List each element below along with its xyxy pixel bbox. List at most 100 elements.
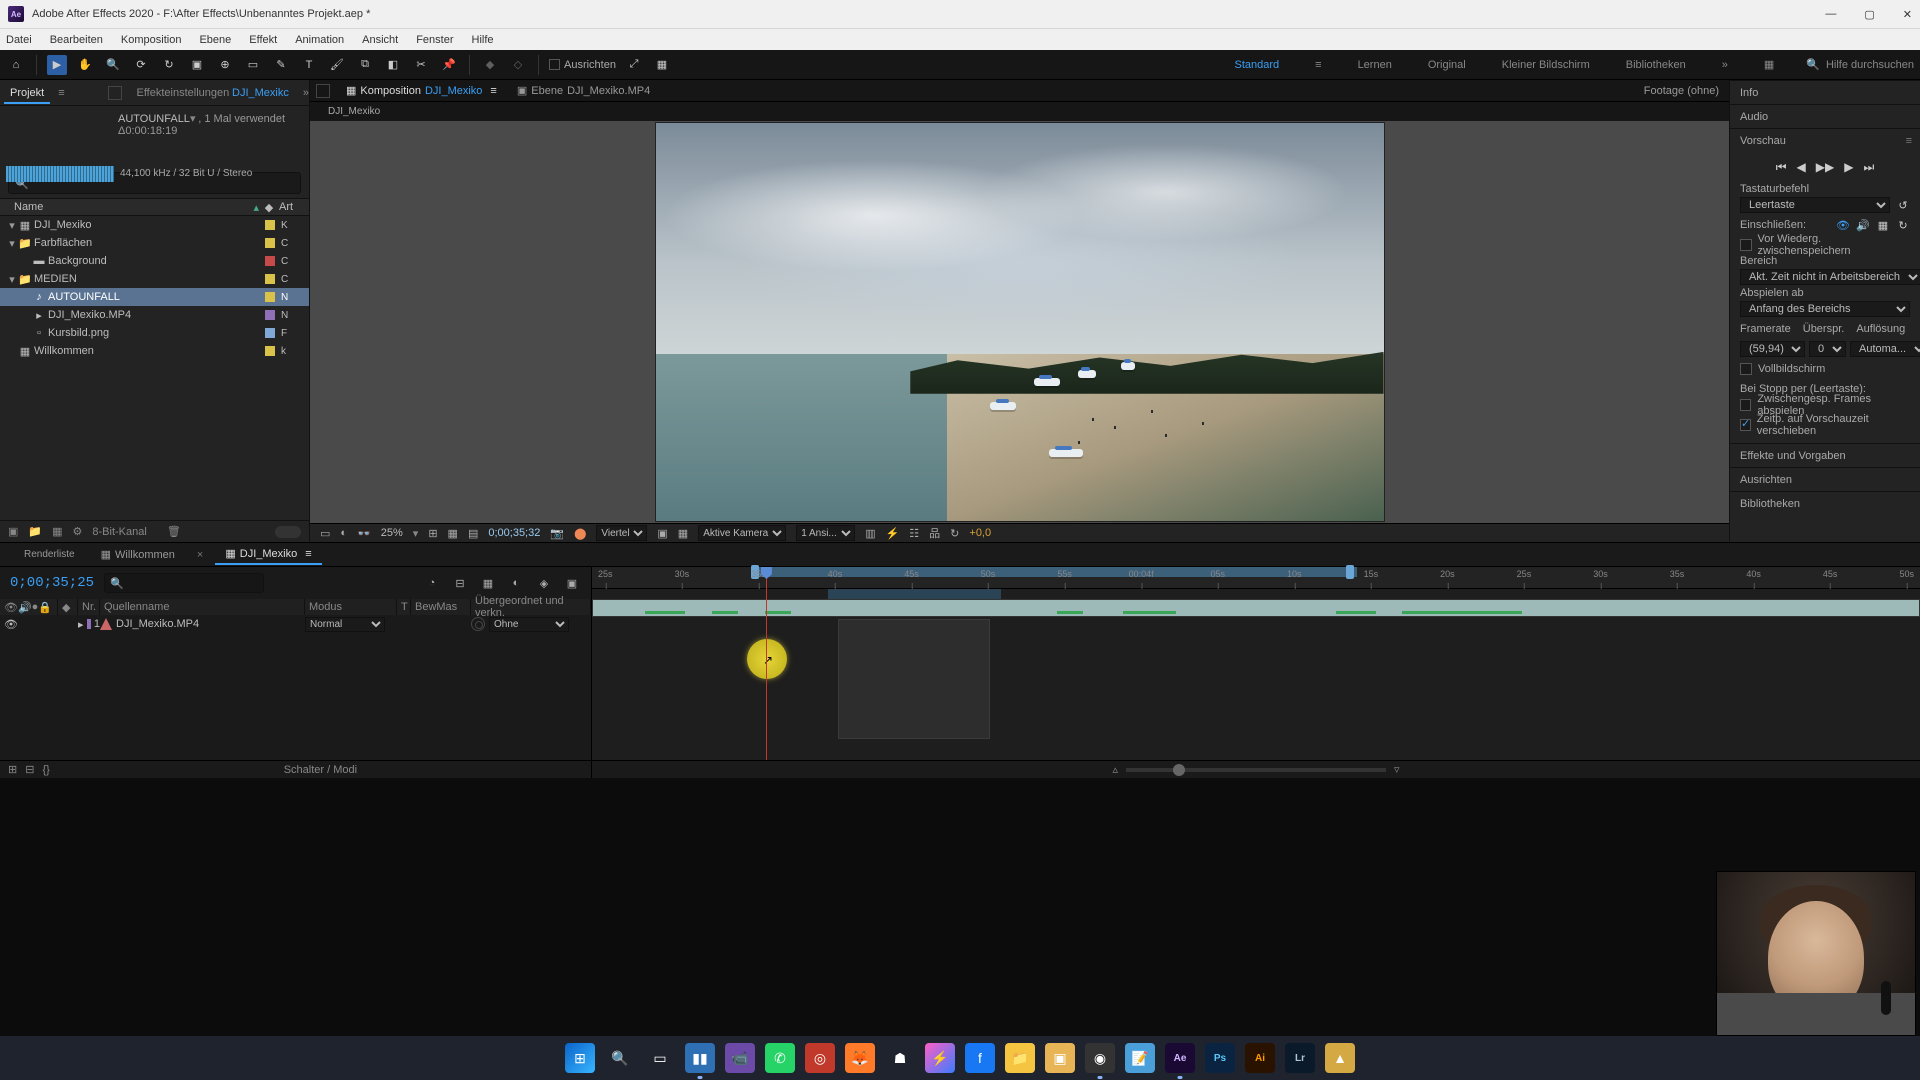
tab-projekt[interactable]: Projekt (0, 83, 54, 103)
interpret-footage-icon[interactable]: ▣ (8, 525, 18, 538)
taskbar-app-red[interactable]: ◎ (805, 1043, 835, 1073)
taskbar-app-last[interactable]: ▲ (1325, 1043, 1355, 1073)
clone-tool[interactable]: ⧉ (355, 55, 375, 75)
minimize-button[interactable]: — (1825, 8, 1836, 21)
label-col-icon[interactable]: ◆ (58, 599, 78, 615)
zoom-tool[interactable]: 🔍 (103, 55, 123, 75)
workspace-bibliotheken[interactable]: Bibliotheken (1626, 59, 1686, 71)
toggle-switches-icon[interactable]: ⊞ (8, 763, 17, 776)
loop-icon[interactable]: ↻ (1896, 218, 1910, 232)
home-button[interactable]: ⌂ (6, 55, 26, 75)
taskbar-obs-icon[interactable]: ◉ (1085, 1043, 1115, 1073)
close-button[interactable]: ✕ (1903, 8, 1912, 21)
snapshot-icon[interactable]: 📷 (550, 527, 564, 540)
project-item[interactable]: ▾📁FarbflächenC (0, 234, 309, 252)
workspace-standard[interactable]: Standard (1234, 59, 1279, 71)
zoom-in-icon[interactable]: ▿ (1394, 763, 1400, 776)
taskbar-firefox-icon[interactable]: 🦊 (845, 1043, 875, 1073)
workspace-more-icon[interactable]: » (1722, 59, 1728, 71)
timeline-zoom-slider[interactable] (1126, 768, 1386, 772)
puppet-tool[interactable]: 📌 (439, 55, 459, 75)
mode-1-icon[interactable]: ◆ (480, 55, 500, 75)
workspace-original[interactable]: Original (1428, 59, 1466, 71)
magnify-icon[interactable]: ▭ (320, 527, 330, 540)
fast-preview-icon[interactable]: ⚡ (886, 527, 900, 540)
cache-checkbox[interactable] (1740, 239, 1752, 251)
delete-icon[interactable]: 🗑 (167, 525, 181, 538)
resolution-icon[interactable]: ⊞ (428, 527, 437, 540)
label-swatch[interactable] (265, 256, 275, 266)
menu-fenster[interactable]: Fenster (416, 34, 453, 46)
label-swatch[interactable] (265, 238, 275, 248)
next-frame-button[interactable]: ▶ (1844, 160, 1853, 175)
skip-select[interactable]: 0 (1809, 341, 1846, 357)
taskbar-search-icon[interactable]: 🔍 (605, 1043, 635, 1073)
panel-preview-header[interactable]: Vorschau≡ (1730, 128, 1920, 152)
views-select[interactable]: 1 Ansi... (796, 525, 855, 541)
panel-libraries-header[interactable]: Bibliotheken (1730, 491, 1920, 515)
workspace-kleiner[interactable]: Kleiner Bildschirm (1502, 59, 1590, 71)
bitdepth-toggle[interactable]: 8-Bit-Kanal (92, 526, 146, 538)
color-mgmt-icon[interactable]: ⬤ (574, 527, 586, 540)
layer-row[interactable]: 👁 ▸1 DJI_Mexiko.MP4 Normal Ohne (0, 615, 591, 633)
collapse-icon[interactable]: ⊟ (451, 574, 469, 592)
grid-icon[interactable]: ▦ (448, 527, 458, 540)
rotate-tool[interactable]: ↻ (159, 55, 179, 75)
work-area-end-handle[interactable] (1346, 565, 1354, 579)
tab-menu-icon[interactable]: ≡ (490, 85, 496, 97)
project-item[interactable]: ▾▦DJI_MexikoK (0, 216, 309, 234)
roi-icon[interactable]: ▣ (657, 527, 667, 540)
taskbar-notes-icon[interactable]: 📝 (1125, 1043, 1155, 1073)
twirl-icon[interactable]: ▸ (78, 618, 84, 631)
camera-select[interactable]: Aktive Kamera (698, 525, 786, 541)
project-item[interactable]: ▦Willkommenk (0, 342, 309, 360)
reset-exposure-icon[interactable]: ↻ (950, 527, 959, 540)
project-item[interactable]: ▫Kursbild.pngF (0, 324, 309, 342)
menu-animation[interactable]: Animation (295, 34, 344, 46)
timeline-search[interactable]: 🔍 (104, 573, 264, 593)
label-swatch[interactable] (265, 310, 275, 320)
layer-clip-bar[interactable] (592, 599, 1920, 617)
pixel-aspect-icon[interactable]: ▥ (865, 527, 875, 540)
hand-tool[interactable]: ✋ (75, 55, 95, 75)
channel-icon[interactable]: 👓 (357, 527, 371, 540)
toggle-inout-icon[interactable]: {} (42, 764, 49, 776)
snap-options-icon[interactable]: ⤢ (624, 55, 644, 75)
taskbar-whatsapp-icon[interactable]: ✆ (765, 1043, 795, 1073)
menu-ebene[interactable]: Ebene (199, 34, 231, 46)
label-swatch[interactable] (87, 619, 91, 629)
project-tree[interactable]: ▾▦DJI_MexikoK▾📁FarbflächenC▬BackgroundC ▾… (0, 216, 309, 520)
cached-frames-checkbox[interactable] (1740, 399, 1751, 411)
menu-bearbeiten[interactable]: Bearbeiten (50, 34, 103, 46)
draft3d-icon[interactable]: ▣ (563, 574, 581, 592)
brush-tool[interactable]: 🖌 (327, 55, 347, 75)
visibility-toggle[interactable]: 👁 (4, 618, 15, 631)
taskbar-app-figure[interactable]: ☗ (885, 1043, 915, 1073)
composition-canvas[interactable] (656, 123, 1384, 521)
graph-editor-icon[interactable]: ◈ (535, 574, 553, 592)
snap-toggle[interactable]: Ausrichten (549, 59, 616, 71)
panel-effects-presets-header[interactable]: Effekte und Vorgaben (1730, 443, 1920, 467)
menu-ansicht[interactable]: Ansicht (362, 34, 398, 46)
timeline-tracks[interactable]: 25s30s35s40s45s50s55s00:04f05s10s15s20s2… (592, 567, 1920, 778)
panel-info-header[interactable]: Info (1730, 80, 1920, 104)
mode-2-icon[interactable]: ◇ (508, 55, 528, 75)
panel-menu-icon[interactable]: ≡ (58, 87, 64, 99)
label-swatch[interactable] (265, 220, 275, 230)
project-item[interactable]: ▬BackgroundC (0, 252, 309, 270)
label-swatch[interactable] (265, 292, 275, 302)
timecode-display[interactable]: 0;00;35;25 (10, 575, 94, 591)
resolution-select[interactable]: Viertel (596, 525, 647, 541)
pen-tool[interactable]: ✎ (271, 55, 291, 75)
panel-lock-icon[interactable] (108, 86, 122, 100)
new-comp-icon[interactable]: ▦ (52, 525, 62, 538)
taskbar-illustrator-icon[interactable]: Ai (1245, 1043, 1275, 1073)
last-frame-button[interactable]: ⏭ (1863, 160, 1874, 175)
zoom-readout[interactable]: 25% (381, 527, 403, 539)
zoom-out-icon[interactable]: ▵ (1112, 763, 1118, 776)
taskbar-facebook-icon[interactable]: f (965, 1043, 995, 1073)
timeline-icon[interactable]: ☷ (909, 527, 919, 540)
include-video-icon[interactable]: 👁 (1836, 218, 1850, 232)
menu-datei[interactable]: Datei (6, 34, 32, 46)
twirl-icon[interactable]: ▾ (6, 273, 18, 286)
